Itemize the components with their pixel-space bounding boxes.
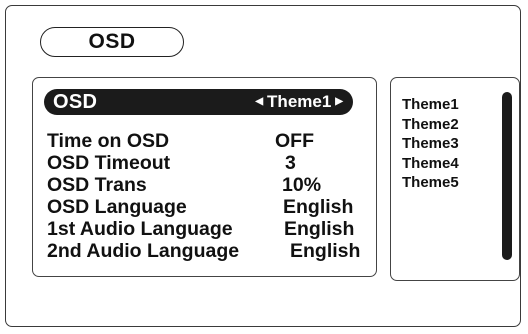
setting-row-osd-language[interactable]: OSD Language English xyxy=(47,196,377,218)
theme-option-2[interactable]: Theme2 xyxy=(402,115,459,135)
setting-row-osd-trans[interactable]: OSD Trans 10% xyxy=(47,174,377,196)
setting-label: OSD Trans xyxy=(47,174,147,196)
menu-header-osd[interactable]: OSD ◀ Theme1 ▶ xyxy=(44,89,353,115)
setting-label: 2nd Audio Language xyxy=(47,240,240,262)
arrow-right-icon[interactable]: ▶ xyxy=(335,97,343,107)
menu-header-label: OSD xyxy=(53,90,98,113)
setting-label: OSD Language xyxy=(47,196,187,218)
setting-row-time-on-osd[interactable]: Time on OSD OFF xyxy=(47,130,377,152)
setting-value: English xyxy=(290,240,361,262)
setting-value: English xyxy=(283,196,354,218)
theme-selector[interactable]: ◀ Theme1 ▶ xyxy=(255,92,343,112)
setting-row-osd-timeout[interactable]: OSD Timeout 3 xyxy=(47,152,377,174)
setting-value: 10% xyxy=(282,174,322,196)
setting-value: OFF xyxy=(275,130,314,152)
theme-list-scrollbar[interactable] xyxy=(502,92,512,260)
theme-option-5[interactable]: Theme5 xyxy=(402,173,459,193)
page-title: OSD xyxy=(40,27,184,57)
theme-list: Theme1 Theme2 Theme3 Theme4 Theme5 xyxy=(402,95,459,193)
theme-option-4[interactable]: Theme4 xyxy=(402,154,459,174)
setting-value: English xyxy=(284,218,355,240)
arrow-left-icon[interactable]: ◀ xyxy=(255,97,263,107)
setting-label: Time on OSD xyxy=(47,130,170,152)
setting-row-2nd-audio-language[interactable]: 2nd Audio Language English xyxy=(47,240,377,262)
theme-selector-value: Theme1 xyxy=(267,92,332,111)
theme-option-3[interactable]: Theme3 xyxy=(402,134,459,154)
setting-row-1st-audio-language[interactable]: 1st Audio Language English xyxy=(47,218,377,240)
setting-label: OSD Timeout xyxy=(47,152,171,174)
page-title-text: OSD xyxy=(88,30,136,53)
setting-label: 1st Audio Language xyxy=(47,218,233,240)
theme-option-1[interactable]: Theme1 xyxy=(402,95,459,115)
setting-value: 3 xyxy=(285,152,296,174)
